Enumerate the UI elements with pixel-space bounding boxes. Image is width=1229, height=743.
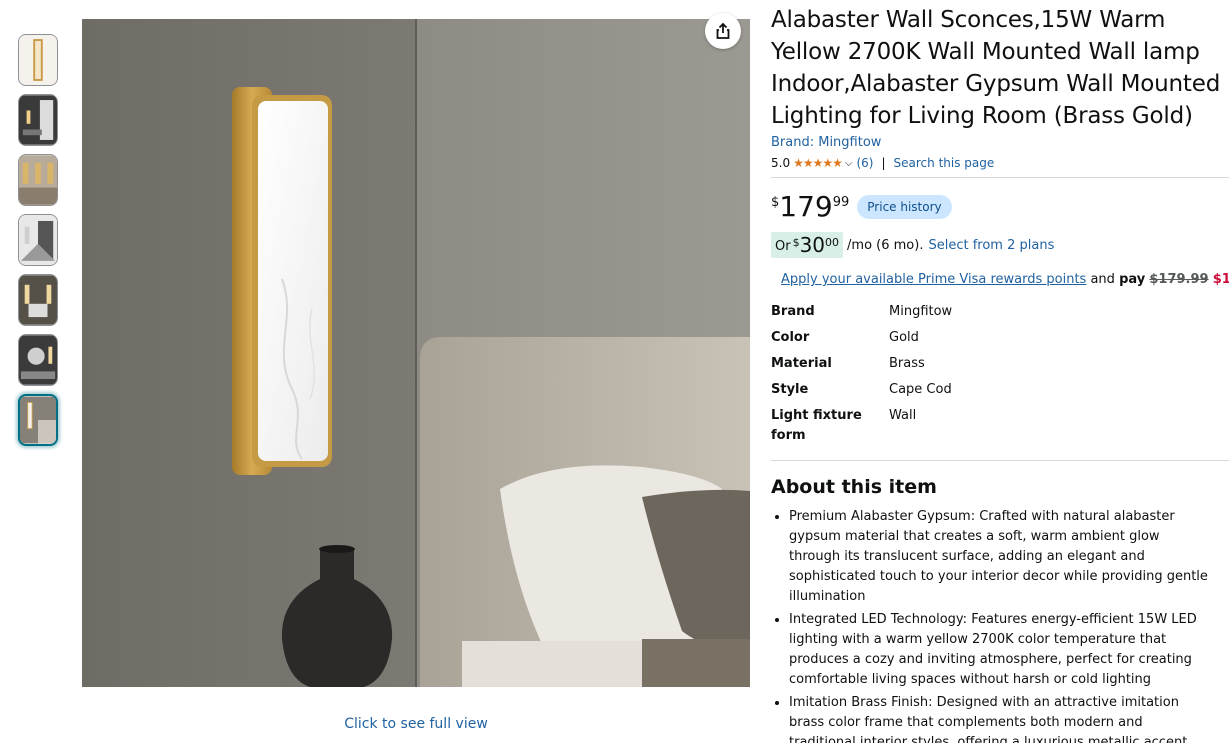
spec-key: Material <box>771 356 832 371</box>
chevron-down-icon[interactable]: ⌵ <box>845 158 853 169</box>
about-section: About this item Premium Alabaster Gypsum… <box>771 460 1229 743</box>
visa-old-price: $179.99 <box>1149 272 1209 287</box>
price-symbol: $ <box>771 195 780 210</box>
list-item: Premium Alabaster Gypsum: Crafted with n… <box>789 507 1209 607</box>
visa-and-text: and <box>1086 272 1120 287</box>
spec-row: Style Cape Cod <box>771 380 952 406</box>
share-button[interactable] <box>705 13 741 49</box>
price: $ 179 99 <box>771 193 849 221</box>
product-title: Alabaster Wall Sconces,15W Warm Yellow 2… <box>771 7 1221 129</box>
spec-value: Cape Cod <box>889 382 952 397</box>
rating-count-link[interactable]: (6) <box>856 156 873 170</box>
list-item: Integrated LED Technology: Features ener… <box>789 610 1209 690</box>
thumbnail-1[interactable] <box>18 34 58 86</box>
main-product-image[interactable] <box>82 19 750 687</box>
specs-table: Brand Mingfitow Color Gold Material Bras… <box>771 302 952 452</box>
spec-value: Brass <box>889 356 925 371</box>
separator: | <box>881 156 886 170</box>
spec-value: Mingfitow <box>889 304 953 319</box>
price-whole: 179 <box>779 190 833 223</box>
spec-key: Style <box>771 382 809 397</box>
monthly-fraction: 00 <box>825 236 840 249</box>
brand-link[interactable]: Brand: Mingfitow <box>771 135 1229 150</box>
full-view-link[interactable]: Click to see full view <box>82 716 750 732</box>
visa-new-price: $156. <box>1212 272 1229 287</box>
thumbnail-5[interactable] <box>18 274 58 326</box>
spec-row: Color Gold <box>771 328 952 354</box>
spec-key: Brand <box>771 304 815 319</box>
prime-visa-row: Apply your available Prime Visa rewards … <box>771 272 1229 290</box>
spec-row: Material Brass <box>771 354 952 380</box>
divider <box>771 177 1229 178</box>
spec-row: Light fixture form Wall <box>771 406 952 452</box>
star-rating-icon[interactable]: ★★★★★ <box>793 156 843 170</box>
spec-key: Light fixture form <box>771 408 862 443</box>
visa-pay-text: pay <box>1119 272 1146 287</box>
price-history-button[interactable]: Price history <box>857 195 952 219</box>
list-item: Imitation Brass Finish: Designed with an… <box>789 693 1209 743</box>
thumbnail-6[interactable] <box>18 334 58 386</box>
thumbnail-3[interactable] <box>18 154 58 206</box>
monthly-payment-row: Or $ 30 00 /mo (6 mo). Select from 2 pla… <box>771 232 1229 258</box>
thumbnail-2[interactable] <box>18 94 58 146</box>
about-bullets: Premium Alabaster Gypsum: Crafted with n… <box>771 507 1229 743</box>
monthly-term: /mo (6 mo). <box>847 237 924 253</box>
rating-row: 5.0 ★★★★★ ⌵ (6) | Search this page <box>771 155 1229 171</box>
monthly-price-badge: Or $ 30 00 <box>771 232 844 258</box>
price-fraction: 99 <box>832 195 850 210</box>
select-plans-link[interactable]: Select from 2 plans <box>928 238 1054 253</box>
thumbnail-7[interactable] <box>18 394 58 446</box>
thumbnail-strip <box>18 34 58 454</box>
monthly-or: Or <box>775 239 791 254</box>
monthly-whole: 30 <box>799 233 826 257</box>
thumbnail-4[interactable] <box>18 214 58 266</box>
prime-visa-link[interactable]: Apply your available Prime Visa rewards … <box>781 272 1086 287</box>
spec-value: Gold <box>889 330 919 345</box>
spec-row: Brand Mingfitow <box>771 302 952 328</box>
monthly-symbol: $ <box>792 236 800 249</box>
spec-key: Color <box>771 330 810 345</box>
share-icon <box>716 22 730 39</box>
product-details: Alabaster Wall Sconces,15W Warm Yellow 2… <box>771 4 1229 743</box>
price-row: $ 179 99 Price history <box>771 192 1229 222</box>
rating-value: 5.0 <box>771 156 791 170</box>
about-heading: About this item <box>771 476 937 498</box>
spec-value: Wall <box>889 408 917 423</box>
search-page-link[interactable]: Search this page <box>894 156 995 170</box>
